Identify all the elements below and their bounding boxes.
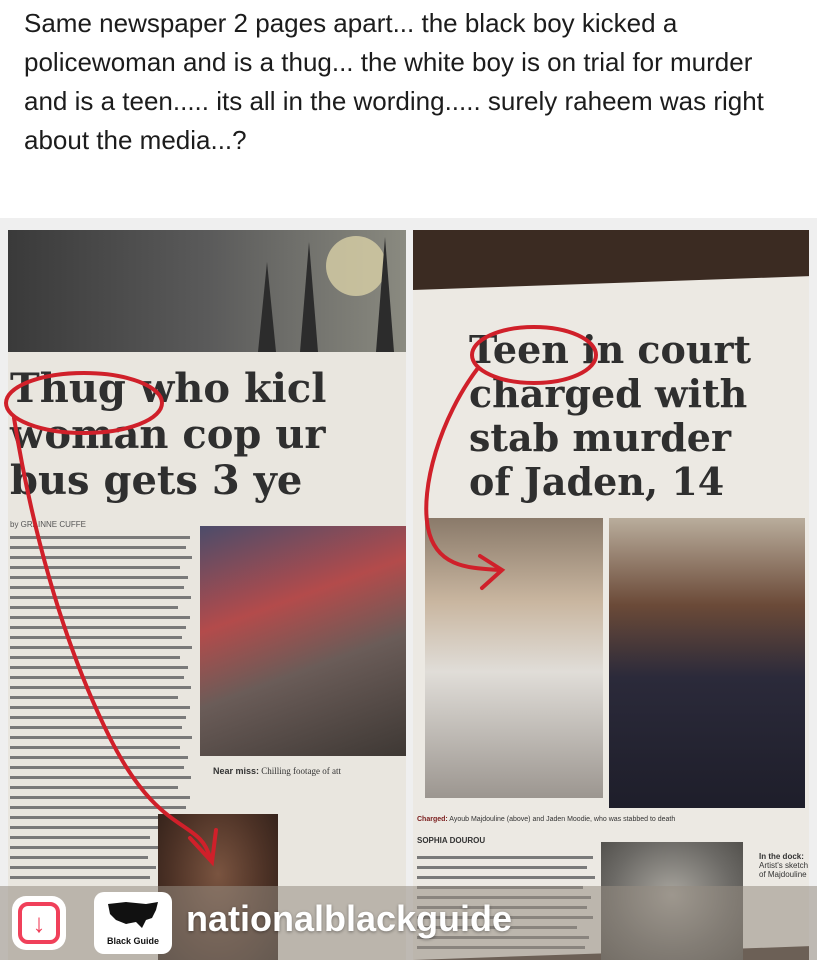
right-headline-line: of Jaden, 14 bbox=[469, 459, 725, 504]
teen-photo bbox=[425, 518, 603, 798]
dock-text: Artist's sketch of Majdouline bbox=[759, 861, 809, 879]
spire-shape bbox=[300, 242, 318, 352]
usa-map-icon bbox=[108, 902, 158, 928]
right-author: SOPHIA DOUROU bbox=[417, 836, 486, 845]
instagram-icon[interactable]: ↓ bbox=[12, 896, 66, 950]
left-headline-line: woman cop ur bbox=[10, 411, 326, 458]
left-byline: by GRAINNE CUFFE bbox=[10, 520, 87, 529]
jaden-photo bbox=[609, 518, 805, 808]
right-photo-caption: Charged: Ayoub Majdouline (above) and Ja… bbox=[417, 816, 809, 823]
dock-label: In the dock: bbox=[759, 852, 804, 861]
account-handle[interactable]: nationalblackguide bbox=[186, 898, 512, 940]
left-headline-line: Thug who kicl bbox=[10, 365, 327, 412]
black-guide-logo[interactable]: Black Guide bbox=[94, 892, 172, 954]
download-arrow-icon: ↓ bbox=[18, 902, 60, 944]
watermark-bar: ↓ Black Guide nationalblackguide bbox=[0, 886, 817, 960]
left-headline: Thug who kicl woman cop ur bus gets 3 ye bbox=[10, 366, 406, 504]
charged-label: Charged: bbox=[417, 816, 448, 823]
near-miss-label: Near miss: bbox=[213, 766, 260, 776]
news-clippings-photo: Thug who kicl woman cop ur bus gets 3 ye… bbox=[0, 218, 817, 960]
cathedral-sky bbox=[8, 230, 406, 352]
left-newspaper-page: Thug who kicl woman cop ur bus gets 3 ye… bbox=[8, 352, 406, 960]
right-headline-line: stab murder bbox=[469, 415, 731, 460]
right-headline-line: Teen in court bbox=[469, 327, 752, 372]
left-headline-line: bus gets 3 ye bbox=[10, 457, 303, 504]
post-caption: Same newspaper 2 pages apart... the blac… bbox=[24, 8, 764, 155]
charged-text: Ayoub Majdouline (above) and Jaden Moodi… bbox=[449, 816, 676, 823]
right-clipping: Teen in court charged with stab murder o… bbox=[413, 230, 809, 960]
near-miss-text: Chilling footage of att bbox=[261, 766, 342, 776]
left-clipping: Thug who kicl woman cop ur bus gets 3 ye… bbox=[8, 230, 406, 960]
near-miss-caption: Near miss: Chilling footage of att bbox=[213, 766, 406, 776]
dock-caption: In the dock: Artist's sketch of Majdouli… bbox=[759, 852, 809, 879]
spire-shape bbox=[376, 237, 394, 352]
right-headline: Teen in court charged with stab murder o… bbox=[469, 328, 809, 504]
spire-shape bbox=[258, 262, 276, 352]
bus-cctv-photo bbox=[200, 526, 406, 756]
logo-label: Black Guide bbox=[106, 936, 160, 946]
right-headline-line: charged with bbox=[469, 371, 748, 416]
